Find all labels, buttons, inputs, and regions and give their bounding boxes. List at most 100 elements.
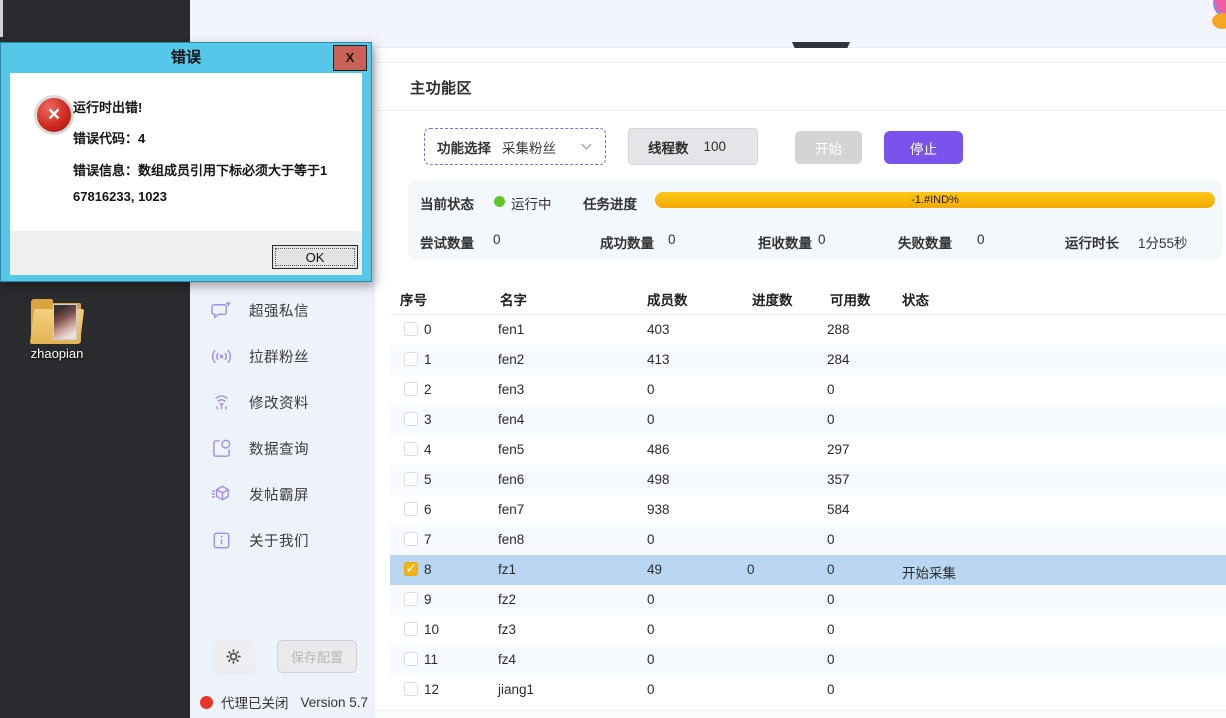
row-checkbox[interactable] [404,592,418,606]
sidebar-item-data-query[interactable]: 数据查询 [210,434,309,462]
sidebar-item-post-spam[interactable]: 发帖霸屏 [210,480,309,508]
cell-serial: 0 [424,322,432,337]
cell-serial: 3 [424,412,432,427]
cell-members: 0 [647,682,655,697]
row-checkbox[interactable] [404,622,418,636]
info-icon [210,529,233,552]
row-checkbox[interactable] [404,382,418,396]
title-divider [375,110,1226,111]
row-checkbox[interactable] [404,412,418,426]
version-text: Version 5.7 [301,695,369,710]
sidebar-item-private-message[interactable]: 超强私信 [210,296,309,324]
error-dialog: 错误 X × 运行时出错! 错误代码：4 错误信息：数组成员引用下标必须大于等于… [0,42,372,282]
proxy-status-text: 代理已关闭 [221,692,289,712]
thread-count-label: 线程数 [648,137,689,157]
table-row[interactable]: 0 fen1 403 288 [390,315,1226,345]
cell-name: fen5 [498,442,524,457]
cell-name: fz2 [498,592,516,607]
row-checkbox[interactable]: ✓ [404,562,418,576]
cell-name: jiang1 [498,682,534,697]
contact-card-icon [210,437,233,460]
error-message-line3: 错误信息：数组成员引用下标必须大于等于1 [73,160,327,179]
cell-name: fen1 [498,322,524,337]
screen: zhaopian 超强私信 拉群粉丝 修改资料 [0,0,1226,718]
row-checkbox[interactable] [404,472,418,486]
cube-icon [210,483,233,506]
function-select-label: 功能选择 [437,137,491,157]
cell-members: 0 [647,592,655,607]
error-dialog-footer: OK [10,231,362,275]
row-checkbox[interactable] [404,442,418,456]
cell-members: 403 [647,322,670,337]
thread-count-field[interactable]: 线程数 100 [628,128,758,165]
header-members: 成员数 [647,289,688,309]
table-row[interactable]: 5 fen6 498 357 [390,465,1226,495]
settings-gear-button[interactable] [213,640,254,673]
cell-available: 288 [827,322,850,337]
decorative-orange-dot [1212,13,1226,29]
ok-button[interactable]: OK [272,245,358,269]
panel-footer-strip [375,711,1226,718]
table-row[interactable]: 12 jiang1 0 0 [390,675,1226,705]
save-config-button[interactable]: 保存配置 [277,640,357,673]
table-row[interactable]: 4 fen5 486 297 [390,435,1226,465]
function-select-dropdown[interactable]: 功能选择 采集粉丝 [424,128,606,165]
table-row[interactable]: 1 fen2 413 284 [390,345,1226,375]
cell-name: fen7 [498,502,524,517]
cell-name: fz4 [498,652,516,667]
success-count-label: 成功数量 [600,232,654,252]
current-state-label: 当前状态 [420,193,474,213]
row-checkbox[interactable] [404,502,418,516]
cell-name: fz1 [498,562,516,577]
sidebar-item-group-fans[interactable]: 拉群粉丝 [210,342,309,370]
cell-progress: 0 [747,562,755,577]
row-checkbox[interactable] [404,532,418,546]
cell-available: 0 [827,682,835,697]
task-progress-bar: -1.#IND% [655,192,1215,208]
row-checkbox[interactable] [404,682,418,696]
cell-members: 486 [647,442,670,457]
sidebar-item-edit-profile[interactable]: 修改资料 [210,388,309,416]
cell-serial: 4 [424,442,432,457]
table-row[interactable]: 3 fen4 0 0 [390,405,1226,435]
cell-serial: 12 [424,682,439,697]
cell-serial: 11 [424,652,438,667]
table-row[interactable]: 11 fz4 0 0 [390,645,1226,675]
proxy-status-dot [200,696,213,709]
cell-members: 0 [647,652,655,667]
start-button[interactable]: 开始 [795,131,862,164]
accounts-table: 序号 名字 成员数 进度数 可用数 状态 0 fen1 403 288 1 fe… [390,280,1226,705]
chat-star-icon [210,299,233,322]
table-row[interactable]: 6 fen7 938 584 [390,495,1226,525]
row-checkbox[interactable] [404,352,418,366]
cell-members: 49 [647,562,662,577]
stop-button[interactable]: 停止 [884,131,963,164]
table-header-row: 序号 名字 成员数 进度数 可用数 状态 [390,280,1226,315]
table-row[interactable]: 7 fen8 0 0 [390,525,1226,555]
row-checkbox[interactable] [404,322,418,336]
desktop-folder-zhaopian[interactable]: zhaopian [22,299,92,361]
cell-serial: 7 [424,532,432,547]
table-row[interactable]: 9 fz2 0 0 [390,585,1226,615]
gear-icon [225,648,242,665]
table-row[interactable]: 2 fen3 0 0 [390,375,1226,405]
error-dialog-body: × 运行时出错! 错误代码：4 错误信息：数组成员引用下标必须大于等于1 678… [10,73,362,231]
panel-top-divider [375,62,1226,63]
error-dialog-title: 错误 [1,43,371,73]
row-checkbox[interactable] [404,652,418,666]
attempt-count-label: 尝试数量 [420,232,474,252]
cell-serial: 9 [424,592,432,607]
table-row[interactable]: 10 fz3 0 0 [390,615,1226,645]
cell-name: fen6 [498,472,524,487]
fail-count-value: 0 [977,232,985,247]
runtime-value: 1分55秒 [1138,232,1188,252]
cell-available: 0 [827,592,835,607]
sidebar-item-label: 超强私信 [249,300,309,321]
sidebar-item-about-us[interactable]: 关于我们 [210,526,309,554]
close-icon[interactable]: X [333,45,367,71]
table-row[interactable]: ✓ 8 fz1 49 0 0 开始采集 [390,555,1226,585]
cell-members: 0 [647,382,655,397]
cell-status: 开始采集 [902,562,956,582]
cell-name: fz3 [498,622,516,637]
status-panel: 当前状态 运行中 任务进度 -1.#IND% 尝试数量 0 成功数量 0 拒收数… [408,180,1222,260]
